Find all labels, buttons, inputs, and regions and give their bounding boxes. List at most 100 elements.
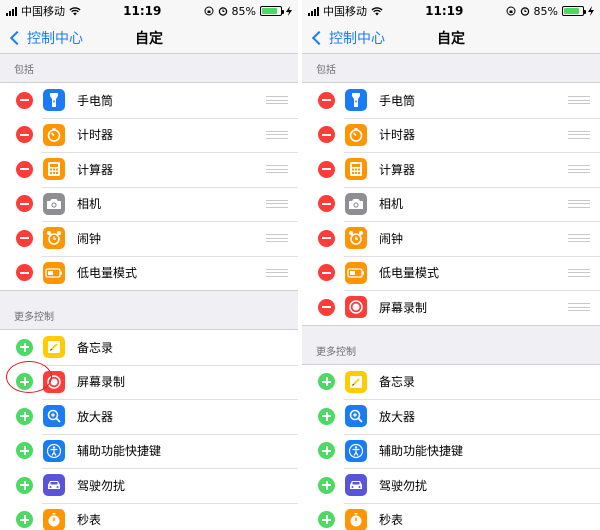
list-item: 放大器	[302, 399, 600, 434]
reorder-handle-icon[interactable]	[266, 199, 288, 208]
low-power-icon	[345, 261, 367, 284]
item-label: 备忘录	[77, 340, 114, 355]
item-label: 放大器	[379, 409, 416, 424]
remove-button[interactable]	[318, 91, 335, 109]
list-item: 备忘录	[302, 365, 600, 400]
low-power-icon	[43, 261, 65, 284]
stopwatch-icon	[345, 508, 367, 530]
add-button[interactable]	[16, 338, 33, 356]
reorder-handle-icon[interactable]	[568, 199, 590, 208]
item-label: 相机	[379, 197, 404, 212]
list-item: 手电筒	[0, 83, 298, 118]
remove-button[interactable]	[16, 229, 33, 247]
list-item: 计时器	[0, 117, 298, 153]
reorder-handle-icon[interactable]	[266, 234, 288, 243]
camera-icon	[345, 192, 367, 215]
reorder-handle-icon[interactable]	[266, 96, 288, 105]
battery-percent: 85%	[231, 4, 256, 18]
section-header-included: 包括	[316, 65, 336, 76]
timer-icon	[345, 123, 367, 146]
list-item: 低电量模式	[302, 255, 600, 291]
item-label: 秒表	[77, 513, 102, 528]
back-label: 控制中心	[329, 30, 385, 47]
remove-button[interactable]	[16, 160, 33, 178]
left-screen: 中国移动 11:19 85% 控制中心 自定 包括 手电筒 计时器 计算器 相机 闹钟低…	[0, 0, 298, 530]
remove-button[interactable]	[16, 264, 33, 282]
list-item: 辅助功能快捷键	[0, 433, 298, 469]
chevron-left-icon	[9, 30, 25, 45]
reorder-handle-icon[interactable]	[568, 130, 590, 139]
item-label: 计时器	[379, 128, 416, 143]
reorder-handle-icon[interactable]	[568, 303, 590, 312]
reorder-handle-icon[interactable]	[266, 130, 288, 139]
camera-icon	[43, 192, 65, 215]
item-label: 放大器	[77, 409, 114, 424]
remove-button[interactable]	[16, 195, 33, 213]
section-header-included: 包括	[14, 65, 34, 76]
back-button[interactable]: 控制中心	[8, 28, 83, 48]
item-label: 手电筒	[379, 93, 416, 108]
remove-button[interactable]	[318, 160, 335, 178]
notes-icon	[345, 370, 367, 393]
remove-button[interactable]	[318, 126, 335, 144]
calculator-icon	[43, 158, 65, 181]
status-bar: 中国移动 11:19 85%	[302, 0, 600, 22]
remove-button[interactable]	[318, 264, 335, 282]
list-item: 计算器	[0, 152, 298, 187]
carrier-name: 中国移动	[323, 5, 367, 18]
wifi-icon	[371, 6, 383, 15]
add-button[interactable]	[318, 511, 335, 529]
magnifier-icon	[345, 405, 367, 428]
more-list: 备忘录 放大器 辅助功能快捷键 驾驶勿扰 秒表	[302, 363, 600, 530]
wifi-icon	[69, 6, 81, 15]
remove-button[interactable]	[318, 229, 335, 247]
list-item: 相机	[302, 186, 600, 222]
add-button[interactable]	[16, 442, 33, 460]
signal-icon	[6, 6, 17, 16]
reorder-handle-icon[interactable]	[568, 165, 590, 174]
item-label: 备忘录	[379, 375, 416, 390]
remove-button[interactable]	[318, 195, 335, 213]
item-label: 相机	[77, 197, 102, 212]
alarm-status-icon	[218, 7, 227, 16]
remove-button[interactable]	[16, 126, 33, 144]
add-button[interactable]	[16, 407, 33, 425]
add-button[interactable]	[16, 511, 33, 529]
flashlight-icon	[43, 89, 65, 112]
remove-button[interactable]	[16, 91, 33, 109]
reorder-handle-icon[interactable]	[266, 268, 288, 277]
item-label: 辅助功能快捷键	[77, 444, 162, 459]
reorder-handle-icon[interactable]	[568, 268, 590, 277]
item-label: 计时器	[77, 128, 114, 143]
add-button[interactable]	[318, 442, 335, 460]
navigation-bar: 控制中心 自定	[302, 22, 600, 54]
add-button[interactable]	[16, 476, 33, 494]
section-header-more: 更多控制	[316, 346, 356, 358]
item-label: 秒表	[379, 513, 404, 528]
back-button[interactable]: 控制中心	[310, 28, 385, 48]
add-button[interactable]	[318, 476, 335, 494]
item-label: 屏幕录制	[379, 300, 428, 315]
list-item: 秒表	[302, 502, 600, 530]
list-item: 相机	[0, 186, 298, 222]
more-list: 备忘录 屏幕录制 放大器 辅助功能快捷键 驾驶勿扰 秒表	[0, 329, 298, 530]
included-list: 手电筒计时器计算器相机闹钟低电量模式屏幕录制	[302, 82, 600, 326]
item-label: 计算器	[77, 162, 114, 177]
alarm-icon	[345, 227, 367, 250]
add-button[interactable]	[318, 373, 335, 391]
calculator-icon	[345, 158, 367, 181]
list-item: 计算器	[302, 152, 600, 187]
remove-button[interactable]	[318, 298, 335, 316]
reorder-handle-icon[interactable]	[568, 96, 590, 105]
reorder-handle-icon[interactable]	[266, 165, 288, 174]
add-button[interactable]	[318, 407, 335, 425]
item-label: 驾驶勿扰	[379, 478, 428, 493]
item-label: 闹钟	[379, 231, 404, 246]
timer-icon	[43, 123, 65, 146]
reorder-handle-icon[interactable]	[568, 234, 590, 243]
item-label: 低电量模式	[379, 266, 440, 281]
list-item: 计时器	[302, 117, 600, 153]
item-label: 屏幕录制	[77, 375, 126, 390]
accessibility-icon	[43, 439, 65, 462]
highlight-circle	[6, 361, 52, 393]
